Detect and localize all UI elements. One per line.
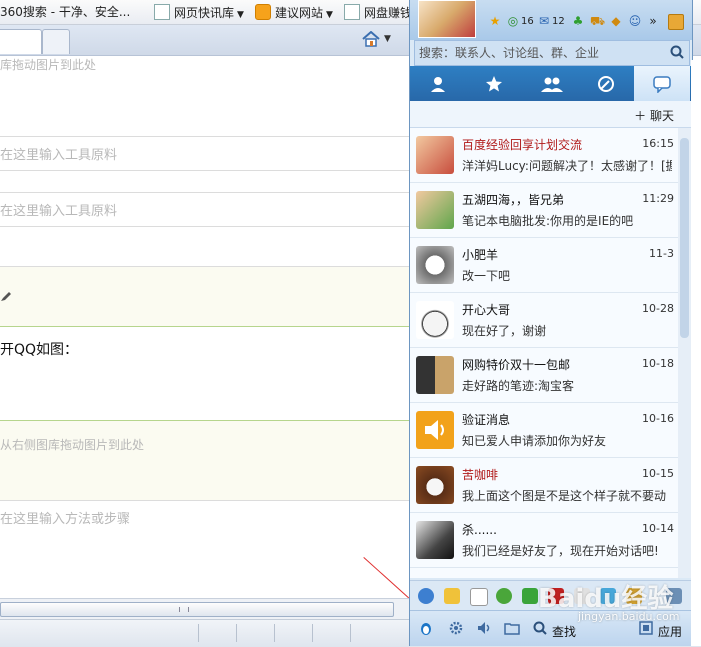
step-text[interactable]: 开QQ如图： xyxy=(0,339,78,359)
divider xyxy=(312,624,313,642)
baidu-watermark-url: jingyan.baidu.com xyxy=(578,610,680,623)
chat-list-header: ＋ 聊天 xyxy=(410,101,692,128)
game-icon[interactable]: ☺ xyxy=(628,14,642,28)
chevron-down-icon[interactable]: ▼ xyxy=(384,34,391,44)
list-item[interactable]: 验证消息 10-16 知已爱人申请添加你为好友 xyxy=(410,403,678,458)
browser-tab-active[interactable] xyxy=(0,29,42,54)
mail-count: 12 xyxy=(552,16,565,27)
speaker-avatar xyxy=(416,411,454,449)
grip-icon xyxy=(179,607,189,612)
skin-icon[interactable] xyxy=(668,14,684,30)
search-placeholder: 搜索：联系人、讨论组、群、企业 xyxy=(419,46,600,60)
new-chat-button[interactable]: ＋ 聊天 xyxy=(634,107,674,124)
scroll-thumb[interactable] xyxy=(680,138,689,338)
list-item[interactable]: 杀...... 10-14 我们已经是好友了，现在开始对话吧! xyxy=(410,513,678,568)
list-item[interactable]: 小肥羊 11-3 改一下吧 xyxy=(410,238,678,293)
list-item[interactable]: 苦咖啡 10-15 我上面这个图是不是这个样子就不要动 xyxy=(410,458,678,513)
right-edge-strip xyxy=(691,60,701,646)
drop-image-hint[interactable]: 库拖动图片到此处 xyxy=(0,56,96,73)
wallet-icon[interactable]: ◆ xyxy=(609,14,623,28)
chat-bubble-icon xyxy=(653,76,671,93)
divider xyxy=(236,624,237,642)
scroll-thumb[interactable] xyxy=(0,602,394,617)
multi-avatar xyxy=(416,356,454,394)
ie-icon[interactable] xyxy=(418,588,434,604)
divider xyxy=(198,624,199,642)
tab-contacts[interactable] xyxy=(410,66,466,101)
anime-avatar xyxy=(416,521,454,559)
drop-image-hint[interactable]: 从右侧图库拖动图片到此处 xyxy=(0,436,144,453)
list-item[interactable]: 百度经验回享计划交流 16:15 洋洋妈Lucy:问题解决了！太感谢了！[握 xyxy=(410,128,678,183)
tab-chat[interactable] xyxy=(634,66,690,101)
play-icon[interactable] xyxy=(522,588,538,604)
qq-nav-tabs xyxy=(410,66,692,101)
mail-icon[interactable]: ✉ xyxy=(537,14,551,28)
star-icon xyxy=(486,76,502,92)
tab-qzone[interactable] xyxy=(578,66,634,101)
speaker-icon xyxy=(425,420,444,440)
search-input[interactable]: 搜索：联系人、讨论组、群、企业 xyxy=(414,40,690,66)
group-avatar xyxy=(416,136,454,174)
page-icon xyxy=(344,4,360,20)
divider xyxy=(274,624,275,642)
chevron-down-icon: ▼ xyxy=(237,10,244,20)
list-item[interactable]: 五湖四海，，皆兄弟 11:29 笔记本电脑批发:你用的是IE的吧 xyxy=(410,183,678,238)
list-item[interactable]: 开心大哥 10-28 现在好了，谢谢 xyxy=(410,293,678,348)
qq-penguin-icon[interactable] xyxy=(418,620,434,636)
apps-button[interactable]: 应用 xyxy=(658,623,682,640)
search-icon[interactable] xyxy=(669,44,685,60)
list-item[interactable]: 网购特价双十一包邮 10-18 走好路的笔迹:淘宝客 xyxy=(410,348,678,403)
conversation-list: 百度经验回享计划交流 16:15 洋洋妈Lucy:问题解决了！太感谢了！[握 五… xyxy=(410,128,678,578)
find-button[interactable]: 查找 xyxy=(552,623,576,640)
music-icon[interactable] xyxy=(470,588,488,606)
tool-input-1[interactable]: 在这里输入工具原料 xyxy=(0,144,117,163)
bookmark-suggested-sites[interactable]: 建议网站 ▼ xyxy=(255,4,333,20)
qzone-tab-icon xyxy=(598,76,614,92)
more-icon[interactable]: » xyxy=(646,14,660,28)
qq-pet-icon[interactable] xyxy=(444,588,460,604)
vertical-scrollbar[interactable] xyxy=(678,128,692,578)
contact-icon xyxy=(431,77,445,92)
page-icon xyxy=(154,4,170,20)
bookmark-netdisk[interactable]: 网盘赚钱 xyxy=(344,4,412,20)
bing-icon xyxy=(255,4,271,20)
method-input[interactable]: 在这里输入方法或步骤 xyxy=(0,508,130,527)
user-avatar[interactable] xyxy=(418,0,476,38)
coffee-avatar xyxy=(416,466,454,504)
new-tab-button[interactable] xyxy=(42,29,70,54)
bookmark-web-snapshot[interactable]: 网页快讯库 ▼ xyxy=(154,4,244,20)
divider xyxy=(350,624,351,642)
search-icon[interactable] xyxy=(532,620,548,636)
cart-icon[interactable]: ⛟ xyxy=(590,14,605,28)
qq-header: ★ ◎ 16 ✉ 12 ♣ ⛟ ◆ ☺ » xyxy=(410,0,692,40)
chevron-down-icon: ▼ xyxy=(326,10,333,20)
group-icon xyxy=(541,77,563,92)
clover-icon[interactable]: ♣ xyxy=(571,14,585,28)
level-star-icon[interactable]: ★ xyxy=(488,14,502,28)
settings-icon[interactable] xyxy=(448,620,464,636)
volume-icon[interactable] xyxy=(476,620,492,636)
pencil-icon[interactable] xyxy=(0,290,12,302)
tool-input-2[interactable]: 在这里输入工具原料 xyxy=(0,200,117,219)
home-icon[interactable] xyxy=(362,31,380,47)
qzone-count: 16 xyxy=(521,16,534,27)
bookmark-360-search[interactable]: 360搜索 - 干净、安全... xyxy=(0,4,130,20)
group-avatar xyxy=(416,191,454,229)
chef-avatar xyxy=(416,301,454,339)
sheep-avatar xyxy=(416,246,454,284)
tab-groups[interactable] xyxy=(522,66,578,101)
folder-icon[interactable] xyxy=(504,620,520,636)
globe-icon[interactable] xyxy=(496,588,512,604)
qq-panel: ★ ◎ 16 ✉ 12 ♣ ⛟ ◆ ☺ » 搜索：联系人、讨论组、群、企业 ＋ … xyxy=(409,0,693,646)
tab-favorites[interactable] xyxy=(466,66,522,101)
qzone-icon[interactable]: ◎ xyxy=(506,14,520,28)
